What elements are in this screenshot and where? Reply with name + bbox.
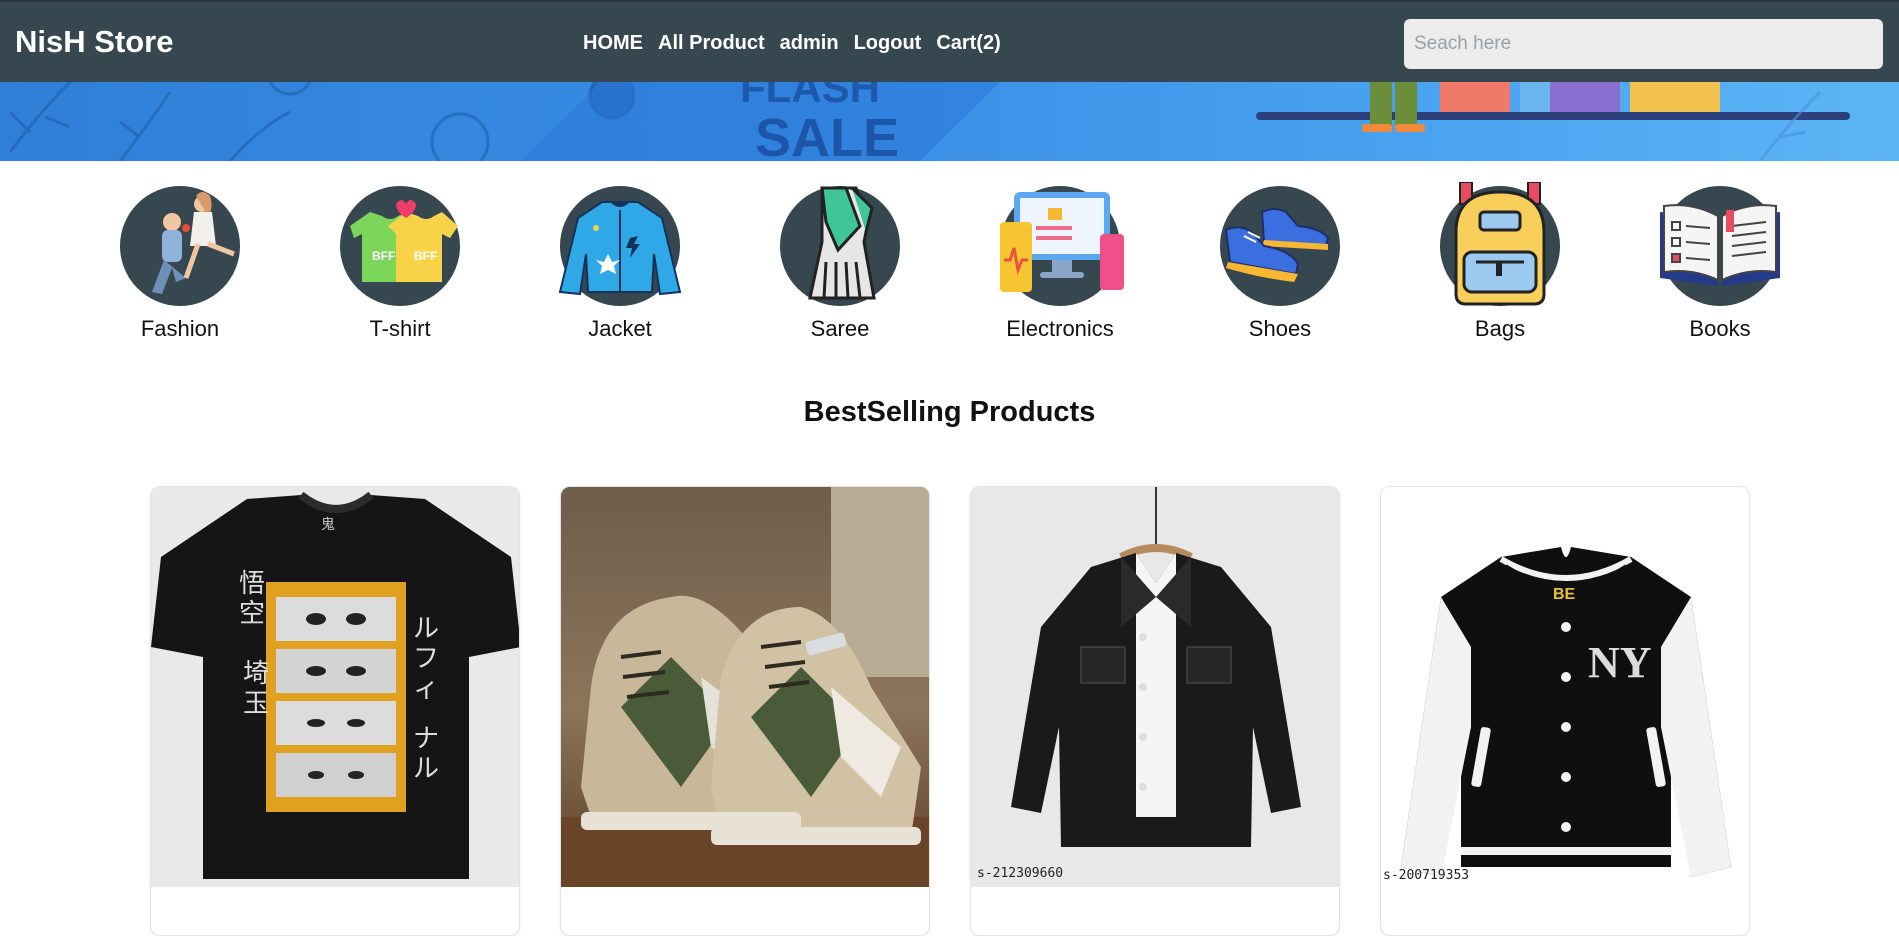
category-label: Shoes [1248,316,1312,341]
nav-home-link[interactable]: HOME [583,32,643,55]
backpack-icon [1454,182,1546,306]
category-row: Fashion BFF BFF T-shirt Jacket Saree Ele… [0,182,1899,347]
denim-jacket-image: s-212309660 [971,487,1339,887]
category-fashion-circle [120,186,240,306]
nav-cart-link[interactable]: Cart(2) [936,32,1000,55]
shoes-icon [1224,208,1330,282]
svg-text:ル: ル [413,614,439,644]
search-input[interactable] [1404,19,1883,69]
book-icon [1660,204,1780,286]
nav-all-product-link[interactable]: All Product [658,32,765,55]
watermark-text: s-212309660 [977,866,1063,881]
svg-text:ル: ル [413,754,439,784]
category-saree[interactable]: Saree [760,182,920,342]
nav-admin-link[interactable]: admin [780,32,839,55]
category-shoes-circle [1220,186,1340,306]
svg-text:ナ: ナ [413,724,439,754]
varsity-jacket-image: BE NY s-200719353 [1381,487,1749,887]
couple-fashion-icon [152,192,235,294]
category-books-circle [1660,186,1780,306]
svg-text:玉: 玉 [243,689,269,719]
nav-logout-link[interactable]: Logout [854,32,922,55]
category-label: T-shirt [369,316,431,341]
category-bags-circle [1440,182,1560,306]
product-image[interactable]: 悟空 ルフィ 埼玉 ナル 鬼 [151,487,519,887]
category-shoes[interactable]: Shoes [1200,182,1360,342]
category-label: Fashion [140,316,220,341]
product-card[interactable]: BE NY s-200719353 [1380,486,1750,936]
navbar: NisH Store HOME All Product admin Logout… [0,0,1899,82]
category-bags[interactable]: Bags [1420,182,1580,342]
anime-tshirt-image: 悟空 ルフィ 埼玉 ナル 鬼 [151,487,519,887]
product-card[interactable]: s-212309660 [970,486,1340,936]
category-label: Books [1689,316,1751,341]
tshirt-icon: BFF BFF [350,200,458,282]
product-image[interactable]: s-212309660 [971,487,1339,887]
category-tshirt-circle: BFF BFF [340,186,460,306]
category-jacket-circle [558,186,682,306]
section-title: BestSelling Products [803,396,1096,428]
nav-links: HOME All Product admin Logout Cart(2) [583,32,1001,55]
banner-illustration: FLASH SALE [8,82,1850,161]
product-card[interactable]: 悟空 ルフィ 埼玉 ナル 鬼 [150,486,520,936]
category-books[interactable]: Books [1640,182,1800,342]
sale-banner[interactable]: FLASH SALE [0,82,1899,161]
category-fashion[interactable]: Fashion [100,182,260,342]
jacket-icon [558,201,682,296]
watermark-text: s-200719353 [1383,868,1469,883]
category-tshirt[interactable]: BFF BFF T-shirt [320,182,480,342]
svg-text:BFF: BFF [414,249,437,263]
svg-text:悟: 悟 [239,569,265,599]
electronics-icon [1000,192,1124,292]
category-label: Jacket [588,316,652,341]
svg-text:BFF: BFF [372,249,395,263]
svg-text:SALE: SALE [755,108,899,161]
svg-text:フ: フ [413,644,439,674]
brand-logo[interactable]: NisH Store [15,24,173,60]
svg-text:空: 空 [239,599,265,629]
svg-text:ィ: ィ [413,674,439,704]
svg-text:鬼: 鬼 [321,517,335,533]
product-image[interactable] [561,487,929,887]
category-saree-circle [780,186,900,306]
category-electronics[interactable]: Electronics [980,182,1140,342]
product-card[interactable] [560,486,930,936]
svg-text:埼: 埼 [243,659,269,689]
category-label: Electronics [1006,316,1114,341]
category-label: Saree [810,316,870,341]
category-jacket[interactable]: Jacket [540,182,700,342]
sneakers-image [561,487,929,887]
saree-icon [808,186,876,300]
category-electronics-circle [1000,186,1124,306]
svg-text:FLASH: FLASH [740,82,880,111]
category-label: Bags [1474,316,1526,341]
svg-text:NY: NY [1588,638,1652,687]
product-image[interactable]: BE NY s-200719353 [1381,487,1749,887]
svg-text:BE: BE [1553,586,1576,603]
